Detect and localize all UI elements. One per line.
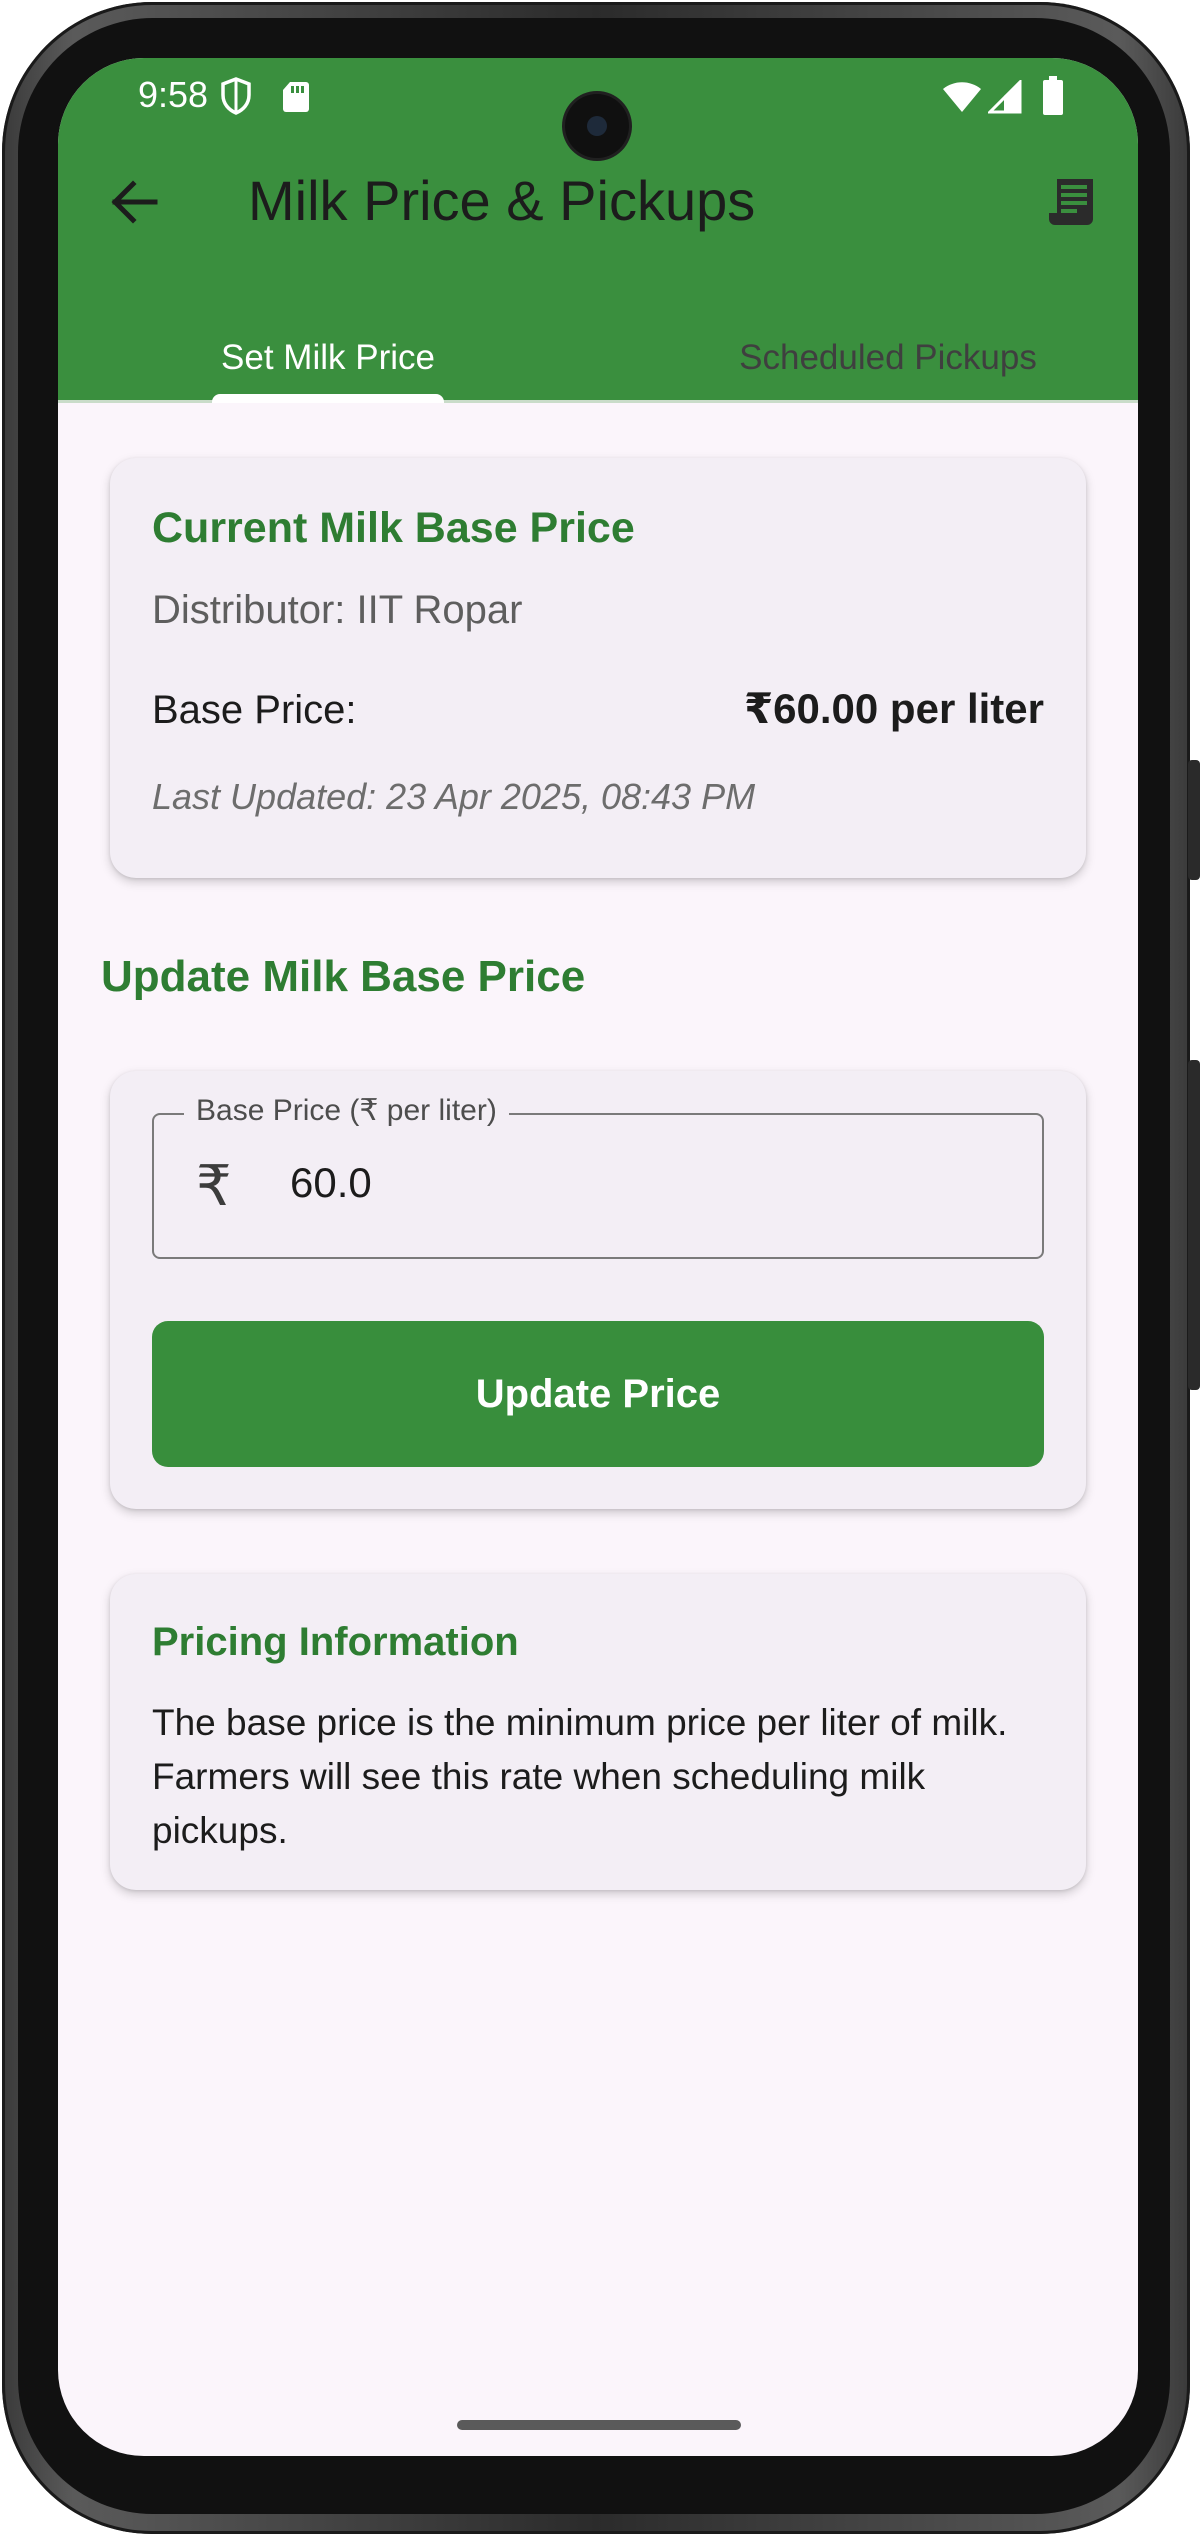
update-price-button[interactable]: Update Price (152, 1321, 1044, 1467)
arrow-back-icon (111, 180, 158, 224)
pricing-info-card: Pricing Information The base price is th… (110, 1574, 1086, 1890)
update-price-card: Base Price (₹ per liter) ₹ 60.0 Update P… (110, 1071, 1086, 1509)
base-price-input-value[interactable]: 60.0 (290, 1159, 372, 1207)
current-price-card: Current Milk Base Price Distributor: IIT… (110, 458, 1086, 878)
tab-indicator (212, 394, 444, 403)
receipt-icon (1049, 179, 1093, 225)
base-price-value: ₹60.00 per liter (743, 685, 1044, 732)
power-button (1188, 760, 1200, 880)
volume-button (1188, 1060, 1200, 1390)
sd-card-icon (282, 80, 310, 119)
base-price-label: Base Price: (152, 688, 357, 732)
status-time: 9:58 (138, 74, 209, 115)
receipt-button[interactable] (1036, 166, 1108, 238)
base-price-input[interactable]: Base Price (₹ per liter) ₹ 60.0 (152, 1093, 1044, 1259)
camera-lens (587, 116, 607, 136)
back-button[interactable] (98, 166, 170, 238)
app-bar: 9:58 Milk Price & Pickups Set Milk Price… (58, 58, 1138, 403)
screen: 9:58 Milk Price & Pickups Set Milk Price… (58, 58, 1138, 2456)
home-indicator[interactable] (457, 2420, 741, 2430)
current-price-title: Current Milk Base Price (152, 504, 635, 552)
tab-scheduled-pickups[interactable]: Scheduled Pickups (698, 338, 1078, 403)
last-updated-text: Last Updated: 23 Apr 2025, 08:43 PM (152, 776, 756, 817)
pricing-info-text: The base price is the minimum price per … (152, 1702, 1008, 1851)
front-camera (565, 94, 629, 158)
wifi-icon (942, 80, 982, 119)
battery-icon (1042, 76, 1064, 121)
signal-icon (986, 78, 1022, 119)
device: 9:58 Milk Price & Pickups Set Milk Price… (0, 0, 1200, 2541)
update-section-heading: Update Milk Base Price (101, 952, 586, 1001)
base-price-input-label: Base Price (₹ per liter) (184, 1093, 509, 1128)
pricing-info-title: Pricing Information (152, 1620, 519, 1664)
shield-icon (220, 76, 252, 121)
rupee-icon: ₹ (196, 1154, 232, 1217)
distributor-label: Distributor: IIT Ropar (152, 588, 523, 632)
page-title: Milk Price & Pickups (248, 169, 756, 232)
